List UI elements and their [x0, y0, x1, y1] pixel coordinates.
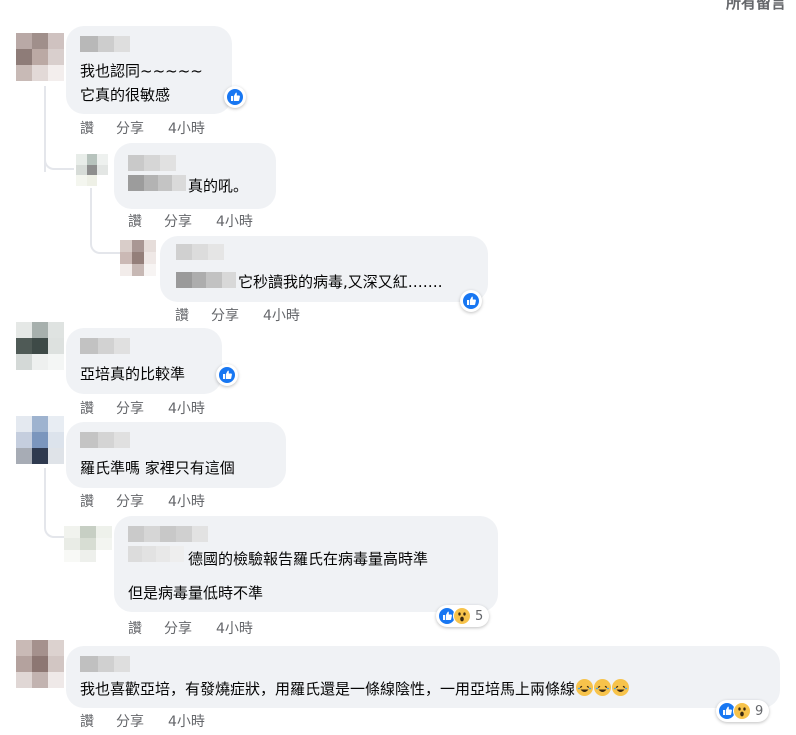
comment-actions: 讚 分享 4小時: [128, 618, 253, 638]
like-button[interactable]: 讚: [80, 118, 116, 138]
thread-connector: [90, 236, 120, 254]
timestamp[interactable]: 4小時: [216, 618, 253, 638]
reaction-summary[interactable]: [216, 364, 238, 386]
wow-reaction-icon: [453, 607, 471, 625]
comment-bubble: 我也認同~~~~~ 它真的很敏感: [66, 26, 232, 114]
like-button[interactable]: 讚: [128, 618, 164, 638]
avatar[interactable]: [64, 526, 112, 562]
like-reaction-icon: [218, 366, 236, 384]
comment-text: 真的吼。: [188, 177, 249, 195]
share-button[interactable]: 分享: [211, 305, 263, 325]
author-name-blurred[interactable]: [80, 338, 130, 354]
comment-actions: 讚 分享 4小時: [80, 118, 205, 138]
comment-text: 德國的檢驗報告羅氏在病毒量高時準: [188, 550, 429, 568]
timestamp[interactable]: 4小時: [168, 491, 205, 511]
comment-bubble: 我也喜歡亞培，有發燒症狀，用羅氏還是一條線陰性，一用亞培馬上兩條線: [66, 646, 780, 708]
reaction-count: 9: [755, 703, 764, 719]
author-name-blurred[interactable]: [80, 432, 130, 448]
comment-actions: 讚 分享 4小時: [80, 398, 205, 418]
comment-text-content: 我也喜歡亞培，有發燒症狀，用羅氏還是一條線陰性，一用亞培馬上兩條線: [80, 680, 576, 698]
laughing-emoji-icon: [612, 679, 630, 696]
thread-line: [44, 468, 46, 526]
like-button[interactable]: 讚: [80, 711, 116, 731]
avatar[interactable]: [16, 416, 64, 464]
comment-text: 它秒讀我的病毒,又深又紅…….: [238, 273, 443, 291]
thread-connector: [44, 150, 74, 170]
timestamp[interactable]: 4小時: [168, 118, 205, 138]
comment-text: 我也認同~~~~~: [80, 62, 203, 80]
comment-bubble: 亞培真的比較準: [66, 328, 222, 394]
timestamp[interactable]: 4小時: [216, 211, 253, 231]
reaction-count: 5: [475, 608, 484, 624]
share-button[interactable]: 分享: [116, 491, 168, 511]
avatar[interactable]: [16, 33, 64, 81]
share-button[interactable]: 分享: [116, 398, 168, 418]
share-button[interactable]: 分享: [164, 211, 216, 231]
comment-text: 羅氏準嗎 家裡只有這個: [80, 459, 235, 477]
comment-text: 它真的很敏感: [80, 86, 171, 104]
avatar[interactable]: [16, 640, 64, 688]
comment-bubble: 它秒讀我的病毒,又深又紅…….: [160, 236, 488, 302]
comment-text: 我也喜歡亞培，有發燒症狀，用羅氏還是一條線陰性，一用亞培馬上兩條線: [80, 676, 630, 702]
all-comments-filter[interactable]: 所有留言: [726, 0, 786, 13]
timestamp[interactable]: 4小時: [168, 398, 205, 418]
author-name-blurred[interactable]: [128, 175, 186, 191]
comment-actions: 讚 分享 4小時: [80, 491, 205, 511]
reaction-summary[interactable]: 5: [436, 605, 490, 627]
comment-actions: 讚 分享 4小時: [80, 711, 205, 731]
like-button[interactable]: 讚: [175, 305, 211, 325]
author-name-blurred[interactable]: [128, 546, 184, 562]
like-button[interactable]: 讚: [128, 211, 164, 231]
share-button[interactable]: 分享: [116, 711, 168, 731]
laughing-emoji-icon: [576, 679, 594, 696]
reaction-summary[interactable]: [460, 290, 482, 312]
comment-bubble: 德國的檢驗報告羅氏在病毒量高時準 但是病毒量低時不準: [114, 516, 498, 612]
like-button[interactable]: 讚: [80, 491, 116, 511]
share-button[interactable]: 分享: [116, 118, 168, 138]
wow-reaction-icon: [733, 702, 751, 720]
author-name-blurred[interactable]: [80, 36, 130, 52]
laughing-emoji-icon: [594, 679, 612, 696]
author-name-blurred[interactable]: [128, 526, 208, 542]
like-reaction-icon: [226, 88, 244, 106]
comment-actions: 讚 分享 4小時: [128, 211, 253, 231]
comment-actions: 讚 分享 4小時: [175, 305, 300, 325]
timestamp[interactable]: 4小時: [168, 711, 205, 731]
avatar[interactable]: [120, 240, 156, 276]
thread-connector: [44, 520, 66, 538]
comment-bubble: 羅氏準嗎 家裡只有這個: [66, 422, 286, 488]
comment-text: 亞培真的比較準: [80, 365, 186, 383]
like-button[interactable]: 讚: [80, 398, 116, 418]
reaction-summary[interactable]: [224, 86, 246, 108]
author-name-blurred[interactable]: [176, 272, 236, 288]
reaction-summary[interactable]: 9: [716, 700, 770, 722]
author-name-blurred[interactable]: [176, 244, 224, 260]
author-name-blurred[interactable]: [80, 656, 130, 672]
thread-line: [90, 188, 92, 240]
avatar[interactable]: [76, 154, 108, 186]
comment-text: 但是病毒量低時不準: [128, 584, 264, 602]
timestamp[interactable]: 4小時: [263, 305, 300, 325]
share-button[interactable]: 分享: [164, 618, 216, 638]
like-reaction-icon: [462, 292, 480, 310]
author-name-blurred[interactable]: [128, 155, 176, 171]
comment-bubble: 真的吼。: [114, 143, 276, 209]
avatar[interactable]: [16, 322, 64, 370]
